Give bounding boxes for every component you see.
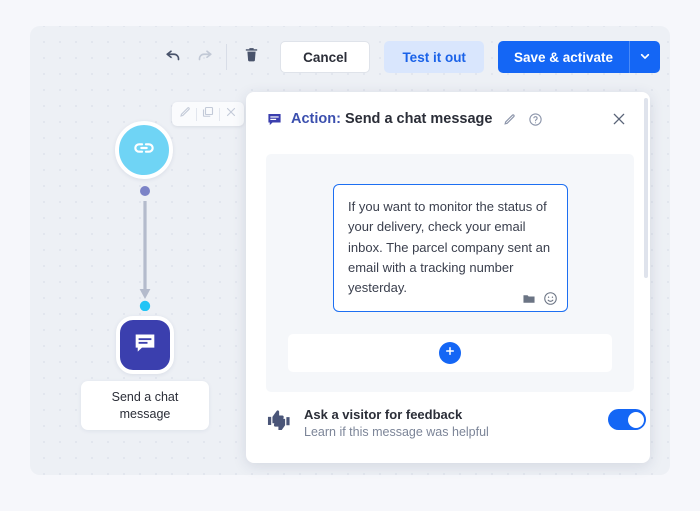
- add-message-bar[interactable]: [288, 334, 612, 372]
- toolbar-divider: [226, 44, 228, 70]
- message-input-tools: [522, 291, 558, 306]
- panel-scrollbar[interactable]: [644, 98, 648, 278]
- trash-icon: [243, 46, 260, 68]
- cancel-button[interactable]: Cancel: [280, 41, 371, 73]
- panel-title-value: Send a chat message: [344, 111, 493, 127]
- page-title: Action: Send a chat message: [291, 111, 492, 127]
- panel-help-button[interactable]: [526, 110, 544, 128]
- node-duplicate-button[interactable]: [197, 103, 219, 125]
- copy-icon: [202, 105, 214, 123]
- undo-arrow-icon: [165, 46, 183, 69]
- panel-header: Action: Send a chat message: [246, 92, 650, 146]
- node-close-button[interactable]: [220, 103, 242, 125]
- add-button[interactable]: [439, 342, 461, 364]
- node-context-toolbar: [172, 102, 244, 126]
- feedback-toggle[interactable]: [608, 409, 646, 430]
- thumbs-up-down-icon: [266, 408, 291, 430]
- feedback-texts: Ask a visitor for feedback Learn if this…: [304, 406, 595, 439]
- plus-icon: [444, 344, 456, 362]
- flow-node-action[interactable]: [116, 316, 174, 374]
- flow-node-trigger[interactable]: [115, 121, 173, 179]
- editor-toolbar: Cancel Test it out Save & activate: [30, 26, 670, 88]
- folder-icon[interactable]: [522, 292, 536, 306]
- message-input-value: If you want to monitor the status of you…: [348, 199, 554, 296]
- flow-node-action-label[interactable]: Send a chat message: [81, 381, 209, 430]
- chat-message-icon: [132, 330, 158, 361]
- save-activate-group: Save & activate: [497, 41, 660, 73]
- smiley-icon[interactable]: [543, 291, 558, 306]
- chevron-down-icon: [640, 48, 650, 66]
- delete-button[interactable]: [236, 42, 266, 72]
- save-dropdown-button[interactable]: [629, 41, 660, 73]
- test-it-out-button[interactable]: Test it out: [384, 41, 484, 73]
- flow-connector: [137, 185, 153, 312]
- action-settings-panel: Action: Send a chat message If you want …: [246, 92, 650, 463]
- feedback-title: Ask a visitor for feedback: [304, 407, 463, 422]
- undo-button[interactable]: [159, 42, 189, 72]
- panel-title-kicker: Action:: [291, 111, 341, 127]
- redo-button[interactable]: [189, 42, 219, 72]
- panel-close-button[interactable]: [604, 104, 634, 134]
- message-input[interactable]: If you want to monitor the status of you…: [333, 184, 568, 312]
- close-icon: [225, 105, 237, 123]
- chat-message-icon: [266, 111, 283, 128]
- redo-arrow-icon: [195, 46, 213, 69]
- panel-title-row: Action: Send a chat message: [266, 110, 604, 128]
- link-chain-icon: [131, 135, 157, 166]
- node-edit-button[interactable]: [174, 103, 196, 125]
- feedback-setting-row: Ask a visitor for feedback Learn if this…: [266, 406, 646, 439]
- panel-edit-title-button[interactable]: [500, 110, 518, 128]
- feedback-subtitle: Learn if this message was helpful: [304, 425, 489, 439]
- pencil-icon: [179, 105, 191, 123]
- panel-body: If you want to monitor the status of you…: [266, 154, 634, 392]
- save-activate-button[interactable]: Save & activate: [498, 41, 629, 73]
